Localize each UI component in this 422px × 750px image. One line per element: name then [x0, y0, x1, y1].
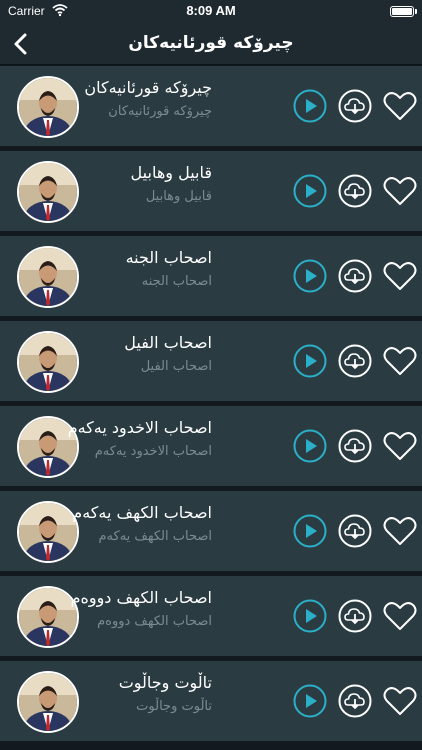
- track-title: اصحاب الاخدود یەکەم: [67, 418, 212, 437]
- track-title: اصحاب الجنه: [125, 248, 212, 267]
- play-icon[interactable]: [293, 599, 327, 633]
- reciter-avatar: [17, 246, 79, 308]
- heart-icon[interactable]: [383, 175, 417, 207]
- reciter-avatar: [17, 331, 79, 393]
- track-subtitle: اصحاب الکهف یەکەم: [98, 529, 212, 544]
- play-icon[interactable]: [293, 344, 327, 378]
- cloud-download-icon[interactable]: [338, 429, 372, 463]
- play-icon[interactable]: [293, 429, 327, 463]
- play-icon[interactable]: [293, 259, 327, 293]
- heart-icon[interactable]: [383, 345, 417, 377]
- navigation-bar: چیرۆکە قورئانیەکان: [0, 24, 422, 65]
- track-title: چیرۆکە قورئانیەکان: [84, 78, 212, 97]
- battery-tip: [415, 9, 417, 14]
- heart-icon[interactable]: [383, 260, 417, 292]
- cloud-download-icon[interactable]: [338, 344, 372, 378]
- track-title: اصحاب الفیل: [124, 333, 212, 352]
- heart-icon[interactable]: [383, 430, 417, 462]
- status-bar: Carrier 8:09 AM: [0, 0, 422, 24]
- cloud-download-icon[interactable]: [338, 599, 372, 633]
- reciter-avatar: [17, 76, 79, 138]
- track-subtitle: قابیل وهابیل: [145, 189, 212, 204]
- track-list: چیرۆکە قورئانیەکان چیرۆکە قورئانیەکان قا…: [0, 66, 422, 746]
- track-subtitle: چیرۆکە قورئانیەکان: [108, 104, 212, 119]
- track-row[interactable]: اصحاب الکهف دووەم اصحاب الکهف دووەم: [0, 576, 422, 656]
- track-row[interactable]: اصحاب الجنه اصحاب الجنه: [0, 236, 422, 316]
- cloud-download-icon[interactable]: [338, 174, 372, 208]
- reciter-avatar: [17, 586, 79, 648]
- page-title: چیرۆکە قورئانیەکان: [128, 33, 294, 53]
- heart-icon[interactable]: [383, 90, 417, 122]
- play-icon[interactable]: [293, 174, 327, 208]
- track-subtitle: تاڵوت وجاڵوت: [136, 699, 212, 714]
- track-title: قابیل وهابیل: [130, 163, 212, 182]
- track-row[interactable]: اصحاب الفیل اصحاب الفیل: [0, 321, 422, 401]
- cloud-download-icon[interactable]: [338, 259, 372, 293]
- status-time: 8:09 AM: [186, 3, 236, 18]
- track-row[interactable]: چیرۆکە قورئانیەکان چیرۆکە قورئانیەکان: [0, 66, 422, 146]
- track-row[interactable]: اصحاب الاخدود یەکەم اصحاب الاخدود یەکەم: [0, 406, 422, 486]
- play-icon[interactable]: [293, 684, 327, 718]
- play-icon[interactable]: [293, 514, 327, 548]
- track-title: اصحاب الکهف یەکەم: [72, 503, 212, 522]
- track-subtitle: اصحاب الکهف دووەم: [97, 614, 212, 629]
- track-title: تاڵوت وجاڵوت: [118, 673, 212, 692]
- cloud-download-icon[interactable]: [338, 89, 372, 123]
- reciter-avatar: [17, 501, 79, 563]
- heart-icon[interactable]: [383, 600, 417, 632]
- track-row[interactable]: قابیل وهابیل قابیل وهابیل: [0, 151, 422, 231]
- track-row[interactable]: اصحاب الکهف یەکەم اصحاب الکهف یەکەم: [0, 491, 422, 571]
- reciter-avatar: [17, 161, 79, 223]
- track-subtitle: اصحاب الاخدود یەکەم: [94, 444, 212, 459]
- cloud-download-icon[interactable]: [338, 514, 372, 548]
- cloud-download-icon[interactable]: [338, 684, 372, 718]
- track-subtitle: اصحاب الفیل: [140, 359, 212, 374]
- play-icon[interactable]: [293, 89, 327, 123]
- track-subtitle: اصحاب الجنه: [141, 274, 212, 289]
- reciter-avatar: [17, 671, 79, 733]
- heart-icon[interactable]: [383, 515, 417, 547]
- battery-icon: [390, 6, 414, 17]
- track-title: اصحاب الکهف دووەم: [70, 588, 212, 607]
- heart-icon[interactable]: [383, 685, 417, 717]
- track-row[interactable]: تاڵوت وجاڵوت تاڵوت وجاڵوت: [0, 661, 422, 741]
